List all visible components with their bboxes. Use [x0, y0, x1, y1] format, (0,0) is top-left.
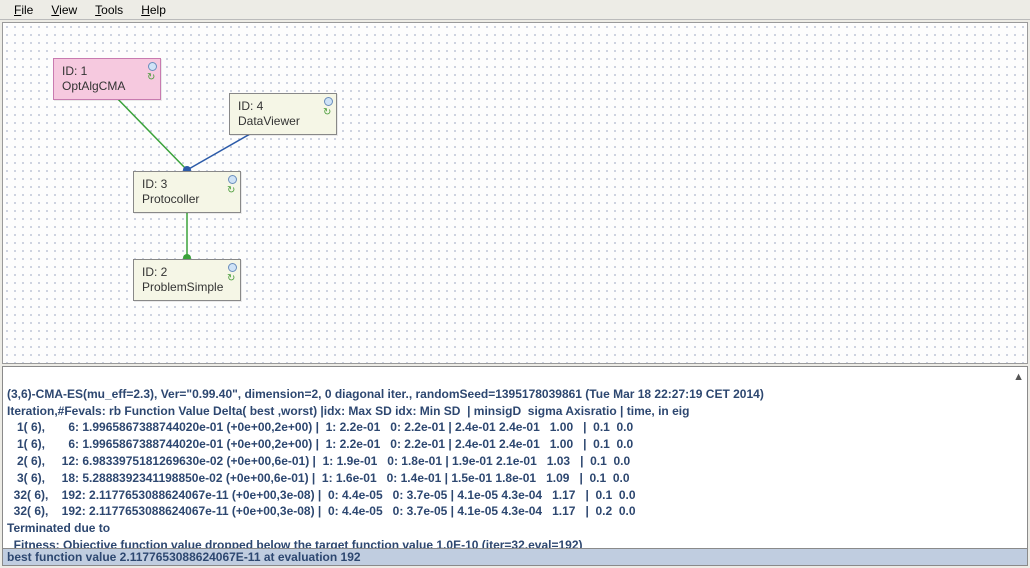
menu-help[interactable]: Help — [133, 2, 174, 18]
node-id: ID: 4 — [238, 99, 328, 114]
console-line: 2( 6), 12: 6.9833975181269630e-02 (+0e+0… — [7, 454, 630, 468]
node-id: ID: 3 — [142, 177, 232, 192]
console-output[interactable]: ▲ (3,6)-CMA-ES(mu_eff=2.3), Ver="0.99.40"… — [3, 367, 1027, 548]
node-id: ID: 1 — [62, 64, 152, 79]
menu-bar: File View Tools Help — [0, 0, 1030, 20]
console-line: 1( 6), 6: 1.9965867388744020e-01 (+0e+00… — [7, 437, 633, 451]
refresh-icon: ↻ — [323, 108, 333, 118]
menu-tools[interactable]: Tools — [87, 2, 131, 18]
node-label: Protocoller — [142, 192, 232, 207]
refresh-icon: ↻ — [227, 274, 237, 284]
node-problemsimple[interactable]: ID: 2 ProblemSimple ↻ — [133, 259, 241, 301]
node-protocoller[interactable]: ID: 3 Protocoller ↻ — [133, 171, 241, 213]
console-line: Iteration,#Fevals: rb Function Value Del… — [7, 404, 689, 418]
console-panel: ▲ (3,6)-CMA-ES(mu_eff=2.3), Ver="0.99.40"… — [2, 366, 1028, 566]
port-icon — [228, 175, 237, 184]
node-id: ID: 2 — [142, 265, 232, 280]
console-line: Fitness: Objective function value droppe… — [7, 538, 583, 548]
node-optalgcma[interactable]: ID: 1 OptAlgCMA ↻ — [53, 58, 161, 100]
console-line: 32( 6), 192: 2.1177653088624067e-11 (+0e… — [7, 488, 636, 502]
console-line: Terminated due to — [7, 521, 110, 535]
node-label: OptAlgCMA — [62, 79, 152, 94]
menu-file[interactable]: File — [6, 2, 41, 18]
node-label: DataViewer — [238, 114, 328, 129]
port-icon — [324, 97, 333, 106]
console-status-bar: best function value 2.1177653088624067E-… — [3, 548, 1027, 565]
console-line: 3( 6), 18: 5.2888392341198850e-02 (+0e+0… — [7, 471, 630, 485]
port-icon — [228, 263, 237, 272]
refresh-icon: ↻ — [147, 73, 157, 83]
menu-view[interactable]: View — [43, 2, 85, 18]
node-dataviewer[interactable]: ID: 4 DataViewer ↻ — [229, 93, 337, 135]
workflow-canvas[interactable]: ID: 1 OptAlgCMA ↻ ID: 4 DataViewer ↻ ID:… — [2, 22, 1028, 364]
port-icon — [148, 62, 157, 71]
node-label: ProblemSimple — [142, 280, 232, 295]
scroll-up-icon[interactable]: ▲ — [1013, 370, 1024, 385]
console-line: 1( 6), 6: 1.9965867388744020e-01 (+0e+00… — [7, 420, 633, 434]
console-line: (3,6)-CMA-ES(mu_eff=2.3), Ver="0.99.40",… — [7, 387, 764, 401]
console-line: 32( 6), 192: 2.1177653088624067e-11 (+0e… — [7, 504, 636, 518]
refresh-icon: ↻ — [227, 186, 237, 196]
